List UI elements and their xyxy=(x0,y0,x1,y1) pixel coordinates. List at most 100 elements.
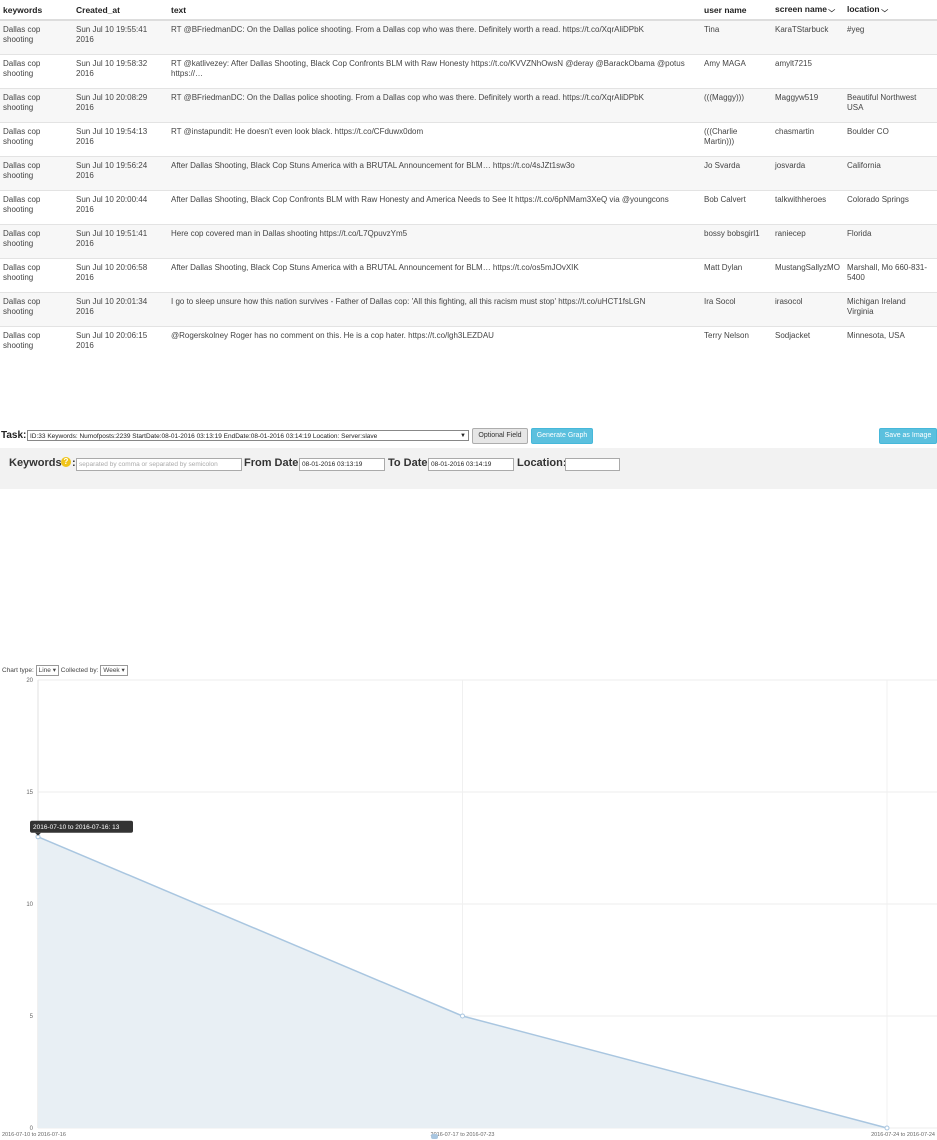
cell-text: After Dallas Shooting, Black Cop Stuns A… xyxy=(168,156,701,191)
cell-keywords: Dallas cop shooting xyxy=(0,122,73,157)
y-tick-label: 5 xyxy=(30,1014,34,1020)
header-text[interactable]: text xyxy=(168,0,701,21)
chevron-down-icon[interactable]: ⌵ xyxy=(828,7,835,15)
cell-user-name: Jo Svarda xyxy=(701,156,772,191)
cell-screen-name: josvarda xyxy=(772,156,844,191)
cell-user-name: (((Maggy))) xyxy=(701,88,772,123)
filter-panel: Keywords ? : separated by comma or separ… xyxy=(0,448,937,489)
cell-location: California xyxy=(844,156,937,191)
cell-screen-name: talkwithheroes xyxy=(772,190,844,225)
cell-text: RT @katlivezey: After Dallas Shooting, B… xyxy=(168,54,701,89)
cell-keywords: Dallas cop shooting xyxy=(0,224,73,259)
cell-text: RT @instapundit: He doesn't even look bl… xyxy=(168,122,701,157)
cell-text: Here cop covered man in Dallas shooting … xyxy=(168,224,701,259)
cell-created-at: Sun Jul 10 20:08:29 2016 xyxy=(73,88,168,123)
cell-keywords: Dallas cop shooting xyxy=(0,54,73,89)
generate-graph-button[interactable]: Generate Graph xyxy=(531,428,593,444)
legend-marker[interactable] xyxy=(431,1134,438,1139)
cell-location: Boulder CO xyxy=(844,122,937,157)
cell-text: @Rogerskolney Roger has no comment on th… xyxy=(168,326,701,360)
cell-screen-name: KaraTStarbuck xyxy=(772,19,844,55)
cell-keywords: Dallas cop shooting xyxy=(0,88,73,123)
y-tick-label: 20 xyxy=(26,678,33,684)
cell-created-at: Sun Jul 10 20:06:15 2016 xyxy=(73,326,168,360)
tweets-table: keywords Created_at text user name scree… xyxy=(0,0,937,360)
cell-location: #yeg xyxy=(844,19,937,55)
x-tick-label: 2016-07-24 to 2016-07-24 xyxy=(871,1132,935,1138)
cell-location: Beautiful Northwest USA xyxy=(844,88,937,123)
header-created-at[interactable]: Created_at xyxy=(73,0,168,21)
table-row: Dallas cop shooting Sun Jul 10 20:06:58 2… xyxy=(0,258,937,293)
keywords-input[interactable]: separated by comma or separated by semic… xyxy=(76,458,242,471)
cell-keywords: Dallas cop shooting xyxy=(0,19,73,55)
keywords-label: Keywords xyxy=(9,457,62,469)
cell-created-at: Sun Jul 10 19:56:24 2016 xyxy=(73,156,168,191)
cell-user-name: Ira Socol xyxy=(701,292,772,327)
task-label: Task: xyxy=(1,430,27,441)
task-select-value: ID:33 Keywords: Numofposts:2239 StartDat… xyxy=(30,433,378,440)
table-body: Dallas cop shooting Sun Jul 10 19:55:41 2… xyxy=(0,19,937,360)
cell-created-at: Sun Jul 10 19:58:32 2016 xyxy=(73,54,168,89)
table-row: Dallas cop shooting Sun Jul 10 20:08:29 2… xyxy=(0,88,937,123)
table-row: Dallas cop shooting Sun Jul 10 20:00:44 2… xyxy=(0,190,937,225)
header-keywords[interactable]: keywords xyxy=(0,0,73,21)
cell-screen-name: Sodjacket xyxy=(772,326,844,360)
to-date-label: To Date: xyxy=(388,457,432,469)
header-user-name[interactable]: user name xyxy=(701,0,772,21)
tooltip-pointer xyxy=(35,832,41,836)
help-icon[interactable]: ? xyxy=(61,457,71,467)
weekly-posts-chart: 051015202016-07-10 to 2016-07-16 2016-07-… xyxy=(2,678,937,1139)
table-row: Dallas cop shooting Sun Jul 10 20:01:34 2… xyxy=(0,292,937,327)
cell-location: Michigan Ireland Virginia xyxy=(844,292,937,327)
chart-type-label: Chart type: xyxy=(2,667,34,675)
cell-created-at: Sun Jul 10 19:55:41 2016 xyxy=(73,19,168,55)
cell-user-name: (((Charlie Martin))) xyxy=(701,122,772,157)
data-point[interactable] xyxy=(884,1125,890,1131)
save-as-image-button[interactable]: Save as Image xyxy=(879,428,937,444)
cell-text: RT @BFriedmanDC: On the Dallas police sh… xyxy=(168,19,701,55)
table-row: Dallas cop shooting Sun Jul 10 19:56:24 2… xyxy=(0,156,937,191)
cell-keywords: Dallas cop shooting xyxy=(0,156,73,191)
cell-text: I go to sleep unsure how this nation sur… xyxy=(168,292,701,327)
cell-user-name: Tina xyxy=(701,19,772,55)
data-point[interactable] xyxy=(460,1013,465,1019)
chart-type-select[interactable]: Line ▾ xyxy=(35,665,59,676)
chart-controls: Chart type: Line ▾ Collected by: Week ▾ xyxy=(2,665,128,676)
task-select[interactable]: ID:33 Keywords: Numofposts:2239 StartDat… xyxy=(27,430,469,441)
cell-screen-name: amylt7215 xyxy=(772,54,844,89)
cell-keywords: Dallas cop shooting xyxy=(0,258,73,293)
table-row: Dallas cop shooting Sun Jul 10 19:54:13 2… xyxy=(0,122,937,157)
task-bar: Task: ID:33 Keywords: Numofposts:2239 St… xyxy=(0,428,937,446)
cell-user-name: bossy bobsgirl1 xyxy=(701,224,772,259)
cell-created-at: Sun Jul 10 19:51:41 2016 xyxy=(73,224,168,259)
cell-screen-name: chasmartin xyxy=(772,122,844,157)
location-label: Location: xyxy=(517,457,567,469)
collected-by-select[interactable]: Week ▾ xyxy=(100,665,128,676)
cell-user-name: Bob Calvert xyxy=(701,190,772,225)
to-date-input[interactable]: 08-01-2016 03:14:19 xyxy=(428,458,514,471)
cell-screen-name: MustangSallyzMO xyxy=(772,258,844,293)
cell-keywords: Dallas cop shooting xyxy=(0,326,73,360)
from-date-input[interactable]: 08-01-2016 03:13:19 xyxy=(299,458,385,471)
cell-text: RT @BFriedmanDC: On the Dallas police sh… xyxy=(168,88,701,123)
cell-created-at: Sun Jul 10 20:00:44 2016 xyxy=(73,190,168,225)
location-input[interactable] xyxy=(565,458,620,471)
table-row: Dallas cop shooting Sun Jul 10 19:58:32 2… xyxy=(0,54,937,89)
table-row: Dallas cop shooting Sun Jul 10 20:06:15 2… xyxy=(0,326,937,360)
cell-user-name: Matt Dylan xyxy=(701,258,772,293)
tooltip-text: 2016-07-10 to 2016-07-16: 13 xyxy=(33,824,120,831)
cell-location: Marshall, Mo 660-831-5400 xyxy=(844,258,937,293)
cell-location: Minnesota, USA xyxy=(844,326,937,360)
optional-field-button[interactable]: Optional Field xyxy=(472,428,528,444)
header-screen-name[interactable]: screen name⌵ xyxy=(772,0,844,21)
dropdown-arrow-icon: ▼ xyxy=(460,433,466,439)
cell-screen-name: raniecep xyxy=(772,224,844,259)
table-header-row: keywords Created_at text user name scree… xyxy=(0,0,937,21)
chevron-down-icon[interactable]: ⌵ xyxy=(881,7,888,15)
cell-user-name: Amy MAGA xyxy=(701,54,772,89)
cell-location xyxy=(844,54,937,89)
cell-created-at: Sun Jul 10 20:06:58 2016 xyxy=(73,258,168,293)
cell-screen-name: Maggyw519 xyxy=(772,88,844,123)
header-location[interactable]: location⌵ xyxy=(844,0,937,21)
y-tick-label: 10 xyxy=(26,902,33,908)
